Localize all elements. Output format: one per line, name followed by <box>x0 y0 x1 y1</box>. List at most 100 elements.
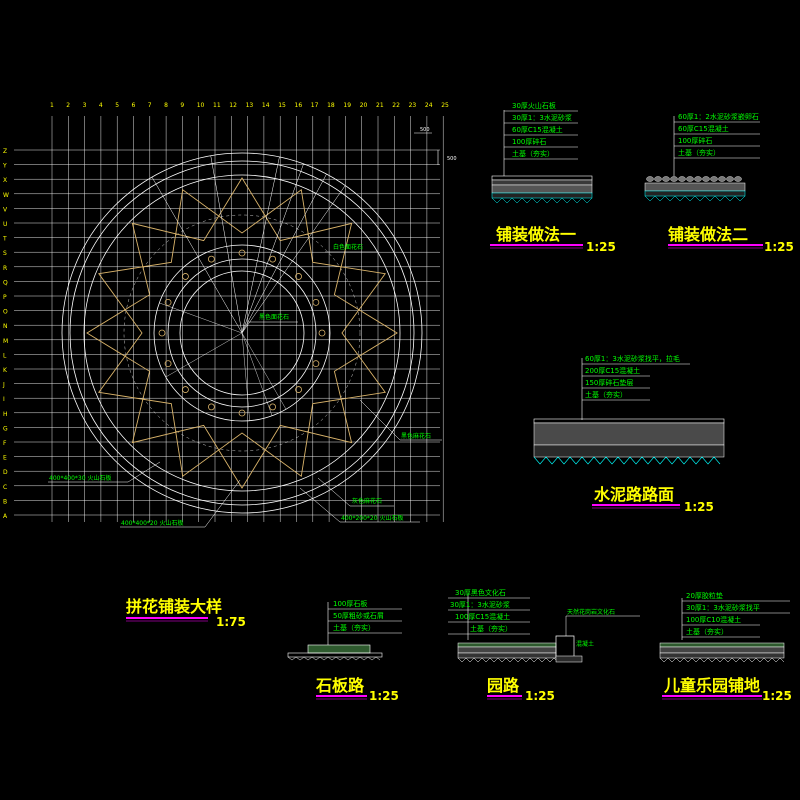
grid-row-label: M <box>3 338 8 345</box>
dot-marker <box>182 386 189 393</box>
grid-col-label: 4 <box>99 102 103 109</box>
grid-col-label: 17 <box>311 102 319 109</box>
pebble <box>694 176 702 182</box>
p2-scale: 1:25 <box>764 240 794 254</box>
callout-tile-c: 400*200*20 火山石板 <box>341 514 403 522</box>
pebble <box>726 176 734 182</box>
garden-layer-4: 土基（夯实） <box>470 624 512 633</box>
dot-marker <box>312 298 320 306</box>
grid-col-label: 3 <box>83 102 87 109</box>
cement-layer-3: 150厚碎石垫层 <box>585 378 633 387</box>
grid-row-label: T <box>2 236 7 243</box>
p1-title: 铺装做法一 <box>496 225 576 244</box>
garden-layer-3: 100厚C15混凝土 <box>455 612 510 621</box>
grid-row-label: O <box>3 309 8 316</box>
section-garden-path: 30厚黑色文化石 30厚1：3水泥砂浆 100厚C15混凝土 土基（夯实） 天然… <box>448 588 640 703</box>
grid-row-label: Y <box>2 163 7 170</box>
section-paving-2: 60厚1：2水泥砂浆嵌卵石 60厚C15混凝土 100厚碎石 土基（夯实） 铺装… <box>644 112 794 254</box>
slab-section-drawing <box>287 644 383 661</box>
garden-layer-1: 30厚黑色文化石 <box>455 588 506 597</box>
dot-marker <box>318 329 326 337</box>
callout-white-stone: 白色面花石 <box>333 243 363 251</box>
grid-col-label: 2 <box>66 102 70 109</box>
p2-section-drawing <box>644 176 746 202</box>
grid-row-label: X <box>3 177 7 184</box>
garden-curb-note: 天然花岗岩文化石 <box>567 608 615 616</box>
grid-col-label: 8 <box>164 102 168 109</box>
pebble <box>662 176 670 182</box>
grid-row-label: K <box>3 367 8 374</box>
grid-row-label: B <box>3 498 7 505</box>
p1-layer-4: 100厚碎石 <box>512 137 546 146</box>
section-kids-playground: 20厚胶粒垫 30厚1：3水泥砂浆找平 100厚C10混凝土 土基（夯实） 儿童… <box>659 591 792 703</box>
p1-layer-3: 60厚C15混凝土 <box>512 125 563 134</box>
grid-row-label: C <box>3 484 7 491</box>
callout-grey-stone: 灰色麻花石 <box>352 497 382 505</box>
grid-col-label: 20 <box>360 102 368 109</box>
radial-line <box>241 332 250 421</box>
dot-marker <box>269 255 277 263</box>
grid-col-label: 18 <box>327 102 335 109</box>
grid-col-label: 6 <box>132 102 136 109</box>
p2-layer-3: 100厚碎石 <box>678 136 712 145</box>
grid-col-label: 16 <box>295 102 303 109</box>
grid-row-label: I <box>3 396 5 403</box>
grid-col-label: 13 <box>246 102 254 109</box>
dot-marker <box>207 255 215 263</box>
dot-marker <box>238 249 246 257</box>
garden-curb-note-2: 混凝土 <box>576 640 594 648</box>
dimension-500: 500 500 <box>414 127 457 165</box>
grid-col-label: 5 <box>115 102 119 109</box>
kids-section-drawing <box>659 642 785 663</box>
grid-col-label: 7 <box>148 102 152 109</box>
section-slab-road: 100厚石板 50厚粗砂或石屑 土基（夯实） 石板路 1:25 <box>287 599 402 703</box>
cement-layer-2: 200厚C15混凝土 <box>585 366 640 375</box>
slab-scale: 1:25 <box>369 689 399 703</box>
grid-col-label: 21 <box>376 102 384 109</box>
grid-row-label: S <box>3 250 7 257</box>
slab-layer-3: 土基（夯实） <box>333 623 375 632</box>
cement-title: 水泥路路面 <box>594 485 674 504</box>
grid-col-label: 24 <box>425 102 433 109</box>
slab-title: 石板路 <box>315 676 365 695</box>
grid-row-label: U <box>3 221 7 228</box>
grid-col-label: 9 <box>180 102 184 109</box>
grid-col-label: 14 <box>262 102 270 109</box>
grid-col-label: 23 <box>409 102 417 109</box>
garden-scale: 1:25 <box>525 689 555 703</box>
paving-plan: 1 2 3 4 5 6 7 8 9 10 11 12 13 14 15 16 17 18 19 20 21 22 23 24 2… <box>2 102 457 629</box>
plan-title: 拼花铺装大样 <box>126 597 222 616</box>
grid-col-label: 11 <box>213 102 221 109</box>
section-cement-road: 60厚1：3水泥砂浆找平，拉毛 200厚C15混凝土 150厚碎石垫层 土基（夯… <box>533 354 725 514</box>
p1-scale: 1:25 <box>586 240 616 254</box>
kids-layer-3: 100厚C10混凝土 <box>686 615 741 624</box>
callout-dark-stone: 黑色麻花石 <box>401 432 431 440</box>
grid-col-label: 19 <box>343 102 351 109</box>
dim-500-text: 500 <box>420 127 430 133</box>
dot-marker <box>312 360 320 368</box>
grid-col-label: 22 <box>392 102 400 109</box>
grid-row-label: V <box>3 206 8 213</box>
dot-marker <box>158 329 166 337</box>
grid-col-label: 25 <box>441 102 449 109</box>
pebble <box>646 176 654 182</box>
grid-col-label: 10 <box>197 102 205 109</box>
grid-row-label: N <box>3 323 8 330</box>
cement-section-drawing <box>533 418 725 465</box>
kids-layer-4: 土基（夯实） <box>686 627 728 636</box>
pebble <box>718 176 726 182</box>
grid-row-label: R <box>3 265 7 272</box>
radial-line <box>241 332 273 416</box>
slab-layer-2: 50厚粗砂或石屑 <box>333 611 384 620</box>
pebble-course <box>646 176 742 182</box>
section-paving-1: 30厚火山石板 30厚1：3水泥砂浆 60厚C15混凝土 100厚碎石 土基（夯… <box>490 101 616 254</box>
garden-section-drawing <box>457 635 583 663</box>
garden-title: 园路 <box>487 676 520 695</box>
grid-col-label: 1 <box>50 102 54 109</box>
grid-row-label: Q <box>3 279 8 286</box>
grid-row-label: H <box>3 411 8 418</box>
grid-row-label: L <box>3 352 7 359</box>
cement-layer-4: 土基（夯实） <box>585 390 627 399</box>
dot-marker <box>182 273 189 280</box>
grid-row-label: D <box>3 469 8 476</box>
